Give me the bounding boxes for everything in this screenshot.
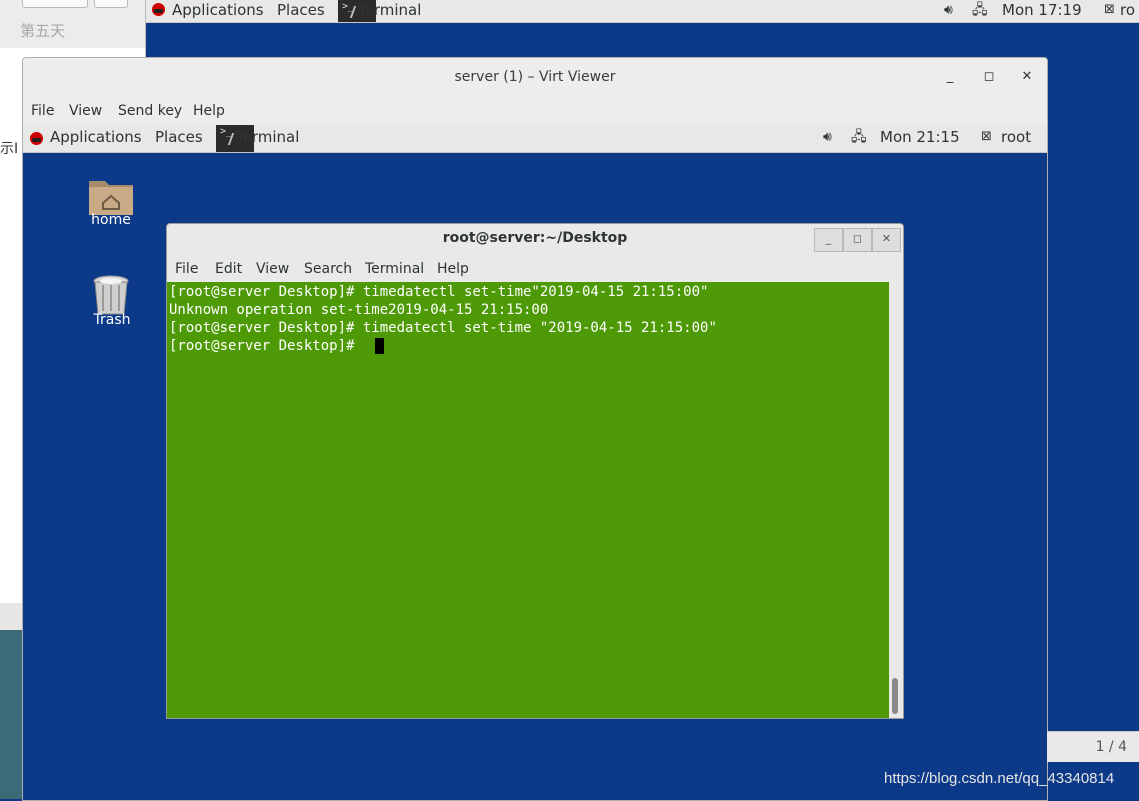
minimize-button[interactable]: _: [941, 68, 959, 86]
page-indicator-text: 1 / 4: [1095, 739, 1127, 755]
terminal-maximize-button[interactable]: ◻: [843, 228, 872, 252]
document-toolbar: 第五天: [0, 0, 145, 49]
guest-places-menu[interactable]: Places: [155, 127, 203, 149]
redhat-logo-icon: [152, 3, 165, 16]
guest-clock[interactable]: Mon 21:15: [880, 127, 960, 149]
host-top-panel: Applications Places >_ Terminal 🔊︎ 🖧︎ Mo…: [0, 0, 1139, 23]
document-tab[interactable]: 第五天: [20, 20, 65, 41]
document-text-fragment: 示Ⅰ: [0, 141, 19, 157]
terminal-menu-terminal[interactable]: Terminal: [365, 256, 424, 282]
menu-file[interactable]: File: [31, 98, 54, 124]
terminal-line: [root@server Desktop]# timedatectl set-t…: [169, 320, 717, 336]
document-bottom-bar: [0, 603, 22, 630]
watermark-text: https://blog.csdn.net/qq_43340814: [884, 770, 1115, 787]
guest-terminal-taskbar-item[interactable]: Terminal: [236, 127, 299, 149]
terminal-menu-file[interactable]: File: [175, 256, 198, 282]
guest-top-panel: Applications Places >_ Terminal 🔊︎ 🖧︎ Mo…: [23, 125, 1047, 153]
user-icon: ⊠: [1104, 2, 1115, 17]
user-icon: ⊠: [981, 129, 992, 144]
terminal-prompt-line: [root@server Desktop]#: [169, 338, 363, 354]
terminal-cursor: [375, 338, 384, 354]
host-clock[interactable]: Mon 17:19: [1002, 0, 1082, 22]
maximize-button[interactable]: ◻: [980, 68, 998, 86]
background-wallpaper-strip: [0, 630, 22, 799]
redhat-logo-icon: [30, 132, 43, 145]
terminal-scrollbar[interactable]: [889, 282, 903, 718]
host-applications-menu[interactable]: Applications: [172, 0, 264, 22]
host-places-menu[interactable]: Places: [277, 0, 325, 22]
terminal-menubar: File Edit View Search Terminal Help: [167, 256, 903, 282]
guest-user-menu[interactable]: root: [1001, 127, 1031, 149]
toolbar-button[interactable]: [22, 0, 88, 8]
network-icon[interactable]: 🖧︎: [972, 0, 988, 22]
terminal-line: Unknown operation set-time2019-04-15 21:…: [169, 302, 549, 318]
menu-help[interactable]: Help: [193, 98, 225, 124]
page-indicator: 1 / 4: [1047, 731, 1139, 762]
menu-send-key[interactable]: Send key: [118, 98, 182, 124]
guest-applications-menu[interactable]: Applications: [50, 127, 142, 149]
terminal-minimize-button[interactable]: _: [814, 228, 843, 252]
host-user-menu[interactable]: ro: [1120, 0, 1135, 22]
menu-view[interactable]: View: [69, 98, 102, 124]
network-icon[interactable]: 🖧︎: [851, 127, 867, 149]
terminal-menu-help[interactable]: Help: [437, 256, 469, 282]
home-icon-label[interactable]: home: [76, 212, 146, 228]
volume-icon[interactable]: 🔊︎: [944, 0, 953, 22]
terminal-window: root@server:~/Desktop _ ◻ ✕ File Edit Vi…: [166, 223, 904, 719]
terminal-title: root@server:~/Desktop: [442, 230, 628, 246]
trash-icon[interactable]: [91, 273, 131, 317]
toolbar-button[interactable]: [94, 0, 128, 8]
terminal-menu-search[interactable]: Search: [304, 256, 352, 282]
terminal-output[interactable]: [root@server Desktop]# timedatectl set-t…: [167, 282, 889, 718]
virt-viewer-title: server (1) – Virt Viewer: [454, 69, 616, 85]
terminal-line: [root@server Desktop]# timedatectl set-t…: [169, 284, 709, 300]
terminal-menu-view[interactable]: View: [256, 256, 289, 282]
terminal-menu-edit[interactable]: Edit: [215, 256, 242, 282]
volume-icon[interactable]: 🔊︎: [823, 127, 832, 149]
guest-display[interactable]: Applications Places >_ Terminal 🔊︎ 🖧︎ Mo…: [23, 125, 1047, 800]
terminal-close-button[interactable]: ✕: [872, 228, 901, 252]
virt-viewer-menubar: File View Send key Help: [23, 98, 1047, 124]
virt-viewer-window: server (1) – Virt Viewer _ ◻ ✕ File View…: [22, 57, 1048, 801]
host-terminal-taskbar-item[interactable]: Terminal: [358, 0, 421, 22]
close-button[interactable]: ✕: [1018, 68, 1036, 86]
scrollbar-thumb[interactable]: [892, 678, 898, 714]
trash-icon-label[interactable]: Trash: [77, 312, 147, 328]
